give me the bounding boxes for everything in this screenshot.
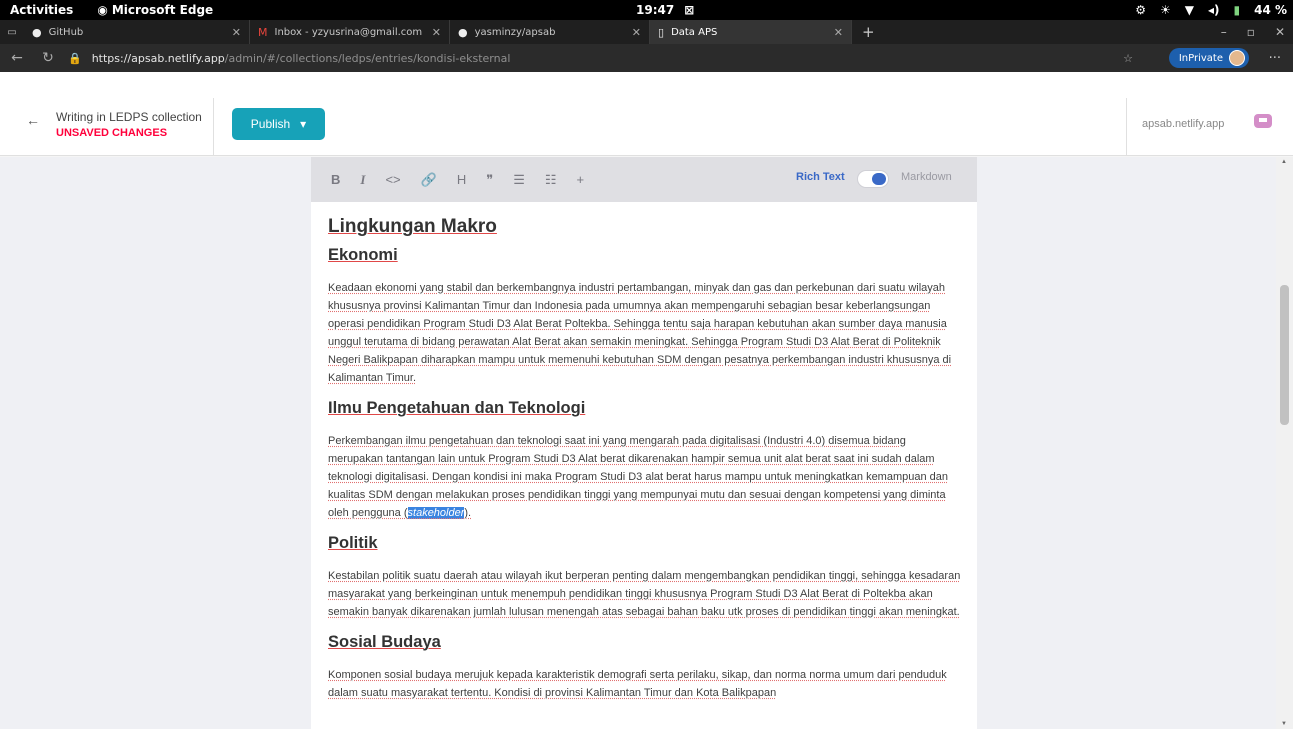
inprivate-label: InPrivate: [1178, 52, 1223, 64]
page-scrollbar[interactable]: ▲ ▼: [1276, 157, 1293, 729]
wifi-icon: ▼: [1184, 3, 1194, 17]
section-heading: Politik: [328, 534, 378, 552]
tab-label: Data APS: [671, 26, 718, 38]
rich-text-label: Rich Text: [796, 171, 845, 183]
tab-gmail[interactable]: M Inbox - yzyusrina@gmail.com ✕: [250, 20, 450, 44]
clock-time: 19:47: [636, 3, 675, 17]
italic-button[interactable]: I: [360, 172, 365, 188]
section-heading: Ilmu Pengetahuan dan Teknologi: [328, 399, 586, 417]
unsaved-status: UNSAVED CHANGES: [56, 127, 168, 139]
tab-actions-icon[interactable]: ▭: [0, 27, 24, 38]
avatar: [1229, 50, 1245, 66]
activities-button[interactable]: Activities: [0, 3, 73, 17]
bold-button[interactable]: B: [331, 172, 340, 187]
close-icon[interactable]: ✕: [834, 26, 843, 39]
tab-label: yasminzy/apsab: [474, 26, 556, 38]
heading-button[interactable]: H: [457, 172, 466, 187]
page-icon: ▯: [658, 25, 665, 39]
editor-header: ← Writing in LEDPS collection UNSAVED CH…: [0, 72, 1293, 156]
favorites-icon[interactable]: ☆: [1123, 52, 1133, 65]
toggle-knob: [872, 173, 886, 185]
brightness-icon: ☀: [1159, 3, 1171, 17]
tab-data-aps[interactable]: ▯ Data APS ✕: [650, 20, 852, 44]
divider: [213, 98, 214, 156]
close-icon[interactable]: ✕: [632, 26, 641, 39]
url-path: /admin/#/collections/ledps/entries/kondi…: [224, 51, 511, 65]
clock[interactable]: 19:47 ⊠: [636, 3, 694, 17]
tab-label: Inbox - yzyusrina@gmail.com: [274, 26, 423, 38]
tab-repo[interactable]: ● yasminzy/apsab ✕: [450, 20, 650, 44]
document-title: Lingkungan Makro: [328, 216, 497, 237]
publish-label: Publish: [250, 117, 291, 131]
back-icon[interactable]: ←: [0, 50, 34, 66]
markdown-label: Markdown: [901, 171, 952, 183]
editor-area: B I <> 🔗 H ❞ ☰ ☷ + Rich Text Markdown Li…: [0, 157, 1276, 729]
battery-icon: ▮: [1233, 3, 1241, 17]
app-menu[interactable]: ◉ Microsoft Edge: [97, 3, 213, 17]
editor-toolbar: B I <> 🔗 H ❞ ☰ ☷ + Rich Text Markdown: [311, 157, 977, 202]
lock-icon[interactable]: 🔒: [68, 52, 82, 65]
app-name: Microsoft Edge: [111, 3, 214, 17]
gmail-icon: M: [258, 25, 268, 39]
section-heading: Sosial Budaya: [328, 633, 441, 651]
section-heading: Ekonomi: [328, 246, 398, 264]
volume-icon: ◂): [1207, 3, 1220, 17]
edge-icon: ◉: [97, 3, 108, 17]
tab-strip: ▭ ● GitHub ✕ M Inbox - yzyusrina@gmail.c…: [0, 20, 1293, 44]
selected-text: stakeholder: [407, 507, 465, 519]
bulleted-list-button[interactable]: ☰: [513, 172, 525, 188]
back-to-collection-icon[interactable]: ←: [26, 112, 40, 128]
numbered-list-button[interactable]: ☷: [545, 172, 557, 188]
add-component-button[interactable]: +: [577, 172, 585, 187]
section-paragraph: Komponen sosial budaya merujuk kepada ka…: [328, 669, 947, 699]
tab-label: GitHub: [48, 26, 84, 38]
site-link[interactable]: apsab.netlify.app: [1142, 118, 1224, 130]
url-host: https://apsab.netlify.app: [91, 51, 225, 65]
code-button[interactable]: <>: [385, 172, 400, 187]
system-tray[interactable]: ⚙ ☀ ▼ ◂) ▮ 44 %: [1135, 3, 1287, 17]
divider: [1126, 98, 1127, 156]
system-top-bar: Activities ◉ Microsoft Edge 19:47 ⊠ ⚙ ☀ ▼ …: [0, 0, 1293, 20]
notification-icon: ⊠: [684, 3, 695, 17]
netlify-cms-logo[interactable]: [1252, 110, 1274, 132]
more-icon[interactable]: ···: [1269, 51, 1281, 66]
minimize-icon[interactable]: –: [1221, 25, 1227, 39]
window-controls: – ▫ ✕: [1221, 25, 1285, 39]
close-icon[interactable]: ✕: [232, 26, 241, 39]
scroll-up-icon[interactable]: ▲: [1281, 159, 1287, 165]
settings-icon: ⚙: [1135, 3, 1146, 17]
editor-mode-toggle[interactable]: [857, 170, 889, 188]
battery-percent: 44 %: [1254, 3, 1287, 17]
github-icon: ●: [32, 25, 42, 39]
new-tab-button[interactable]: +: [862, 23, 875, 41]
quote-button[interactable]: ❞: [486, 172, 493, 188]
maximize-icon[interactable]: ▫: [1247, 25, 1255, 39]
tab-github[interactable]: ● GitHub ✕: [24, 20, 250, 44]
scroll-down-icon[interactable]: ▼: [1281, 721, 1287, 727]
paragraph-text: ).: [464, 507, 472, 519]
publish-button[interactable]: Publish ▾: [232, 108, 325, 140]
refresh-icon[interactable]: ↻: [34, 50, 62, 66]
close-window-icon[interactable]: ✕: [1275, 25, 1285, 39]
section-paragraph: Perkembangan ilmu pengetahuan dan teknol…: [328, 432, 961, 522]
collection-label[interactable]: Writing in LEDPS collection: [56, 110, 202, 124]
github-icon: ●: [458, 25, 468, 39]
scroll-thumb[interactable]: [1280, 285, 1289, 425]
chevron-down-icon: ▾: [300, 117, 307, 131]
link-button[interactable]: 🔗: [421, 172, 437, 188]
close-icon[interactable]: ✕: [432, 26, 441, 39]
inprivate-badge[interactable]: InPrivate: [1168, 48, 1249, 68]
url-field[interactable]: 🔒 https://apsab.netlify.app/admin/#/coll…: [68, 52, 510, 65]
section-paragraph: Keadaan ekonomi yang stabil dan berkemba…: [328, 282, 952, 384]
address-bar-row: ← ↻ 🔒 https://apsab.netlify.app/admin/#/…: [0, 44, 1293, 72]
section-paragraph: Kestabilan politik suatu daerah atau wil…: [328, 570, 961, 618]
rich-text-editor[interactable]: Lingkungan Makro Ekonomi Keadaan ekonomi…: [311, 202, 977, 729]
